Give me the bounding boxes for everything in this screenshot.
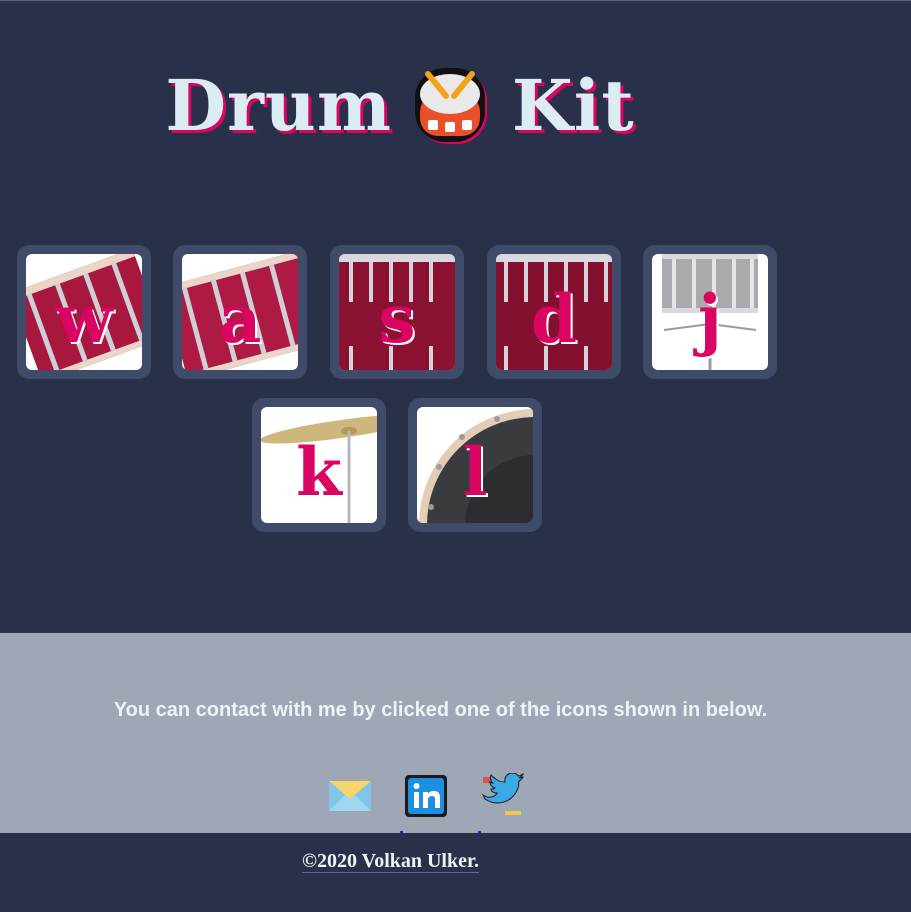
title-word-kit: Kit [511,64,635,147]
tom-3-image: s [339,254,455,370]
key-letter: j [698,280,722,358]
key-letter: d [530,280,578,358]
tom-2-image: a [182,254,298,370]
top-border [0,0,911,1]
key-letter: a [218,280,262,358]
crash-image: k [261,407,377,523]
mail-icon[interactable] [327,773,373,819]
kick-bass-image: l [417,407,533,523]
drum-emoji-icon [414,64,490,148]
drum-key-w[interactable]: w [17,245,151,379]
key-letter: s [378,280,416,358]
drum-key-d[interactable]: d [487,245,621,379]
drum-key-a[interactable]: a [173,245,307,379]
tom-4-image: d [496,254,612,370]
contact-text: You can contact with me by clicked one o… [113,699,768,721]
key-letter: k [296,433,342,511]
twitter-icon[interactable] [479,772,525,819]
footer: ©2020 Volkan Ulker. [0,833,911,912]
key-letter: w [55,280,113,358]
drum-key-s[interactable]: s [330,245,464,379]
title-word-drum: Drum [165,64,392,147]
copyright-text: ©2020 Volkan Ulker. [302,850,480,873]
drum-key-k[interactable]: k [252,398,386,532]
snare-image: j [652,254,768,370]
key-letter: l [462,433,488,511]
drum-key-j[interactable]: j [643,245,777,379]
contact-section: You can contact with me by clicked one o… [0,633,911,833]
linkedin-icon[interactable] [403,773,449,819]
drum-key-l[interactable]: l [408,398,542,532]
page-title: Drum Kit [0,58,800,148]
tom-1-image: w [26,254,142,370]
